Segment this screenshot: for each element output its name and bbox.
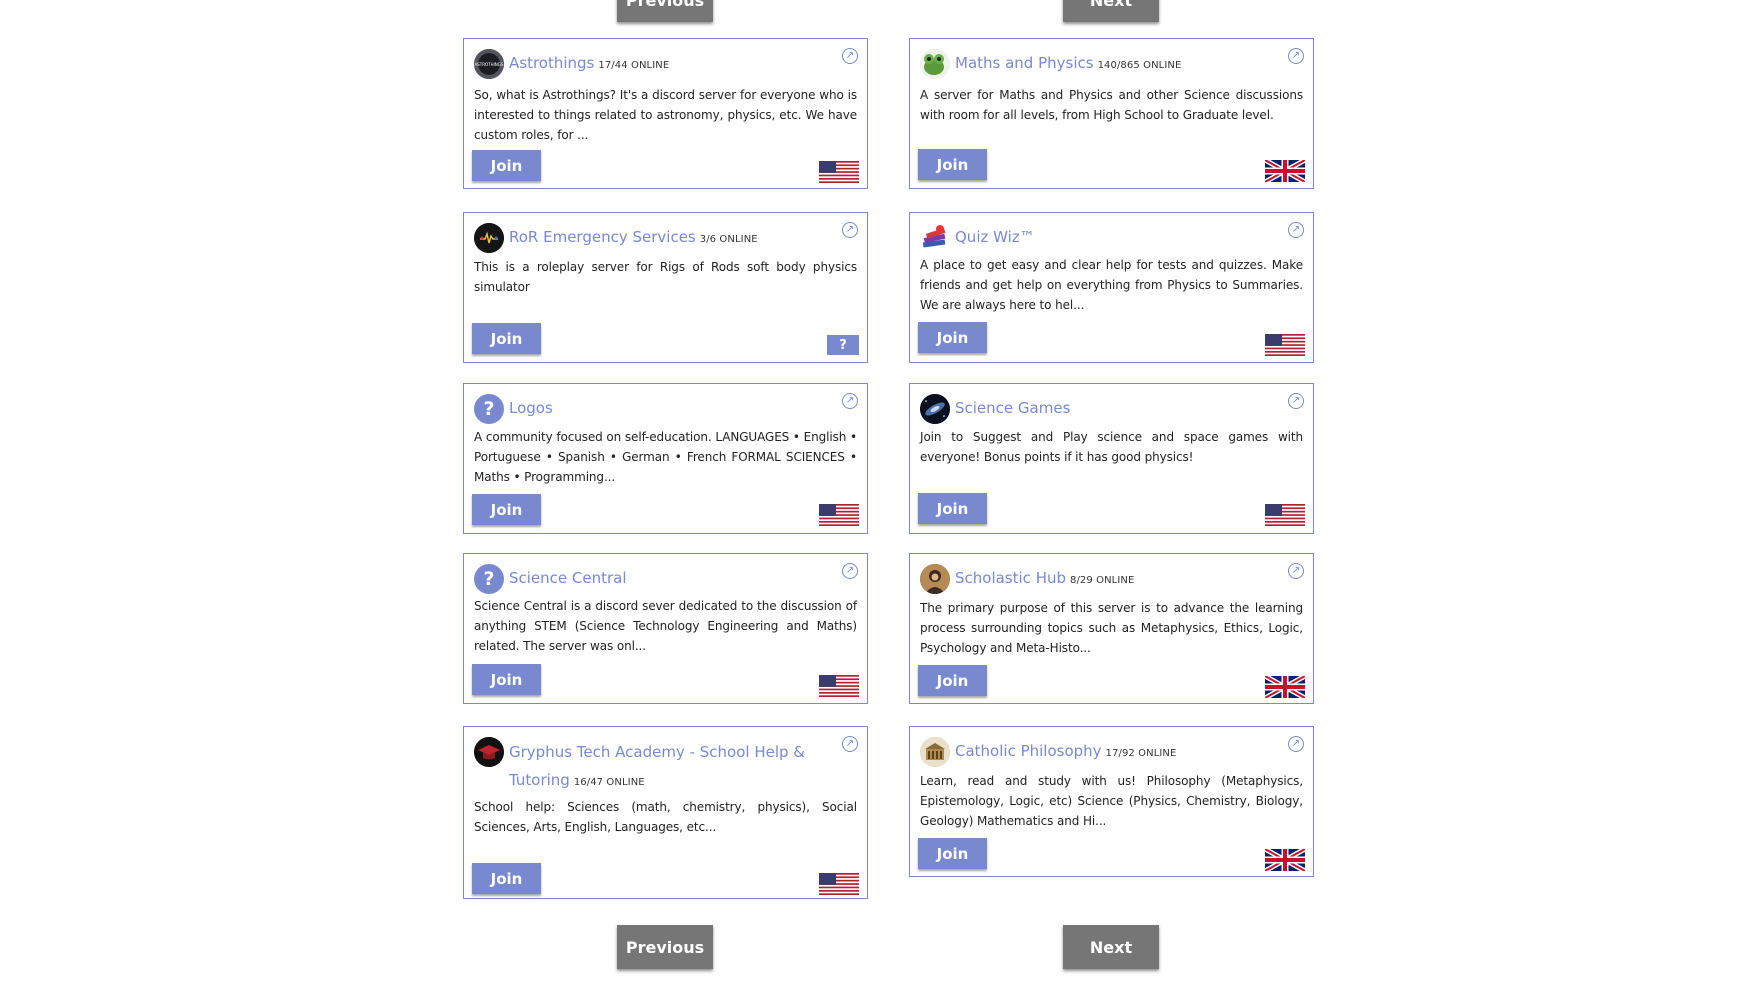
us-flag-icon bbox=[819, 675, 859, 697]
server-description: Learn, read and study with us! Philosoph… bbox=[920, 774, 1303, 828]
us-flag-icon bbox=[819, 504, 859, 526]
gb-flag-icon bbox=[1265, 160, 1305, 182]
us-flag-icon bbox=[819, 161, 859, 183]
server-card-science-central: ? Science Central ↗ Science Central is a… bbox=[463, 553, 868, 704]
online-count: 16/47 ONLINE bbox=[573, 777, 645, 788]
server-card-logos: ? Logos ↗ A community focused on self-ed… bbox=[463, 383, 868, 534]
server-title[interactable]: RoR Emergency Services bbox=[509, 228, 696, 246]
server-card-catholic-philosophy: Catholic Philosophy 17/92 ONLINE ↗ Learn,… bbox=[909, 726, 1314, 877]
us-flag-icon bbox=[819, 873, 859, 895]
server-title[interactable]: Scholastic Hub bbox=[955, 569, 1066, 587]
external-link-icon[interactable]: ↗ bbox=[1288, 563, 1304, 579]
astrothings-avatar: ASTROTHINGS bbox=[474, 49, 504, 79]
server-card-scholastic-hub: Scholastic Hub 8/29 ONLINE ↗ The primary … bbox=[909, 553, 1314, 704]
server-description: A server for Maths and Physics and other… bbox=[920, 88, 1303, 122]
server-description: School help: Sciences (math, chemistry, … bbox=[474, 800, 857, 834]
server-card-quiz-wiz: Quiz Wiz™ ↗ A place to get easy and clea… bbox=[909, 212, 1314, 363]
external-link-icon[interactable]: ↗ bbox=[842, 563, 858, 579]
gb-flag-icon bbox=[1265, 849, 1305, 871]
online-count: 8/29 ONLINE bbox=[1070, 575, 1135, 586]
server-title[interactable]: Quiz Wiz™ bbox=[955, 228, 1035, 246]
join-button[interactable]: Join bbox=[472, 323, 541, 354]
unknown-flag-icon: ? bbox=[827, 335, 859, 355]
online-count: 140/865 ONLINE bbox=[1097, 60, 1182, 71]
next-button[interactable]: Next bbox=[1063, 925, 1159, 969]
previous-button-top[interactable]: Previous bbox=[617, 0, 713, 22]
server-title[interactable]: Astrothings bbox=[509, 54, 594, 72]
server-title[interactable]: Science Central bbox=[509, 569, 627, 587]
server-description: A community focused on self-education. L… bbox=[474, 430, 857, 484]
server-description: The primary purpose of this server is to… bbox=[920, 601, 1303, 655]
question-avatar-icon: ? bbox=[474, 394, 504, 424]
join-button[interactable]: Join bbox=[472, 150, 541, 181]
server-title[interactable]: Catholic Philosophy bbox=[955, 742, 1102, 760]
external-link-icon[interactable]: ↗ bbox=[1288, 736, 1304, 752]
gb-flag-icon bbox=[1265, 676, 1305, 698]
siren-avatar bbox=[474, 223, 504, 253]
join-button[interactable]: Join bbox=[918, 838, 987, 869]
external-link-icon[interactable]: ↗ bbox=[1288, 393, 1304, 409]
join-button[interactable]: Join bbox=[472, 863, 541, 894]
server-description: This is a roleplay server for Rigs of Ro… bbox=[474, 260, 857, 294]
join-button[interactable]: Join bbox=[472, 494, 541, 525]
online-count: 17/44 ONLINE bbox=[598, 60, 670, 71]
portrait-avatar bbox=[920, 564, 950, 594]
server-title[interactable]: Logos bbox=[509, 399, 553, 417]
server-title[interactable]: Gryphus Tech Academy - School Help & Tut… bbox=[509, 743, 805, 789]
frog-avatar bbox=[920, 49, 950, 79]
external-link-icon[interactable]: ↗ bbox=[842, 222, 858, 238]
server-card-gryphus-tech-academy: Gryphus Tech Academy - School Help & Tut… bbox=[463, 726, 868, 899]
external-link-icon[interactable]: ↗ bbox=[1288, 222, 1304, 238]
question-avatar-icon: ? bbox=[474, 564, 504, 594]
server-title[interactable]: Maths and Physics bbox=[955, 54, 1094, 72]
graduation-cap-avatar bbox=[474, 737, 504, 767]
server-card-maths-and-physics: Maths and Physics 140/865 ONLINE ↗ A serv… bbox=[909, 38, 1314, 189]
online-count: 17/92 ONLINE bbox=[1105, 748, 1177, 759]
external-link-icon[interactable]: ↗ bbox=[842, 48, 858, 64]
server-description: Join to Suggest and Play science and spa… bbox=[920, 430, 1303, 464]
join-button[interactable]: Join bbox=[918, 322, 987, 353]
galaxy-avatar bbox=[920, 394, 950, 424]
svg-text:ASTROTHINGS: ASTROTHINGS bbox=[475, 62, 504, 67]
server-title[interactable]: Science Games bbox=[955, 399, 1070, 417]
join-button[interactable]: Join bbox=[918, 665, 987, 696]
us-flag-icon bbox=[1265, 334, 1305, 356]
server-description: Science Central is a discord sever dedic… bbox=[474, 599, 857, 653]
external-link-icon[interactable]: ↗ bbox=[842, 393, 858, 409]
us-flag-icon bbox=[1265, 504, 1305, 526]
join-button[interactable]: Join bbox=[472, 664, 541, 695]
external-link-icon[interactable]: ↗ bbox=[842, 736, 858, 752]
building-avatar bbox=[920, 737, 950, 767]
external-link-icon[interactable]: ↗ bbox=[1288, 48, 1304, 64]
server-description: So, what is Astrothings? It's a discord … bbox=[474, 88, 857, 142]
server-description: A place to get easy and clear help for t… bbox=[920, 258, 1303, 312]
next-button-top[interactable]: Next bbox=[1063, 0, 1159, 22]
server-card-ror-emergency-services: RoR Emergency Services 3/6 ONLINE ↗ This … bbox=[463, 212, 868, 363]
join-button[interactable]: Join bbox=[918, 149, 987, 180]
books-avatar bbox=[920, 223, 950, 253]
previous-button[interactable]: Previous bbox=[617, 925, 713, 969]
join-button[interactable]: Join bbox=[918, 493, 987, 524]
server-card-astrothings: ASTROTHINGS Astrothings 17/44 ONLINE ↗ So… bbox=[463, 38, 868, 189]
server-card-science-games: Science Games ↗ Join to Suggest and Play… bbox=[909, 383, 1314, 534]
online-count: 3/6 ONLINE bbox=[699, 234, 758, 245]
